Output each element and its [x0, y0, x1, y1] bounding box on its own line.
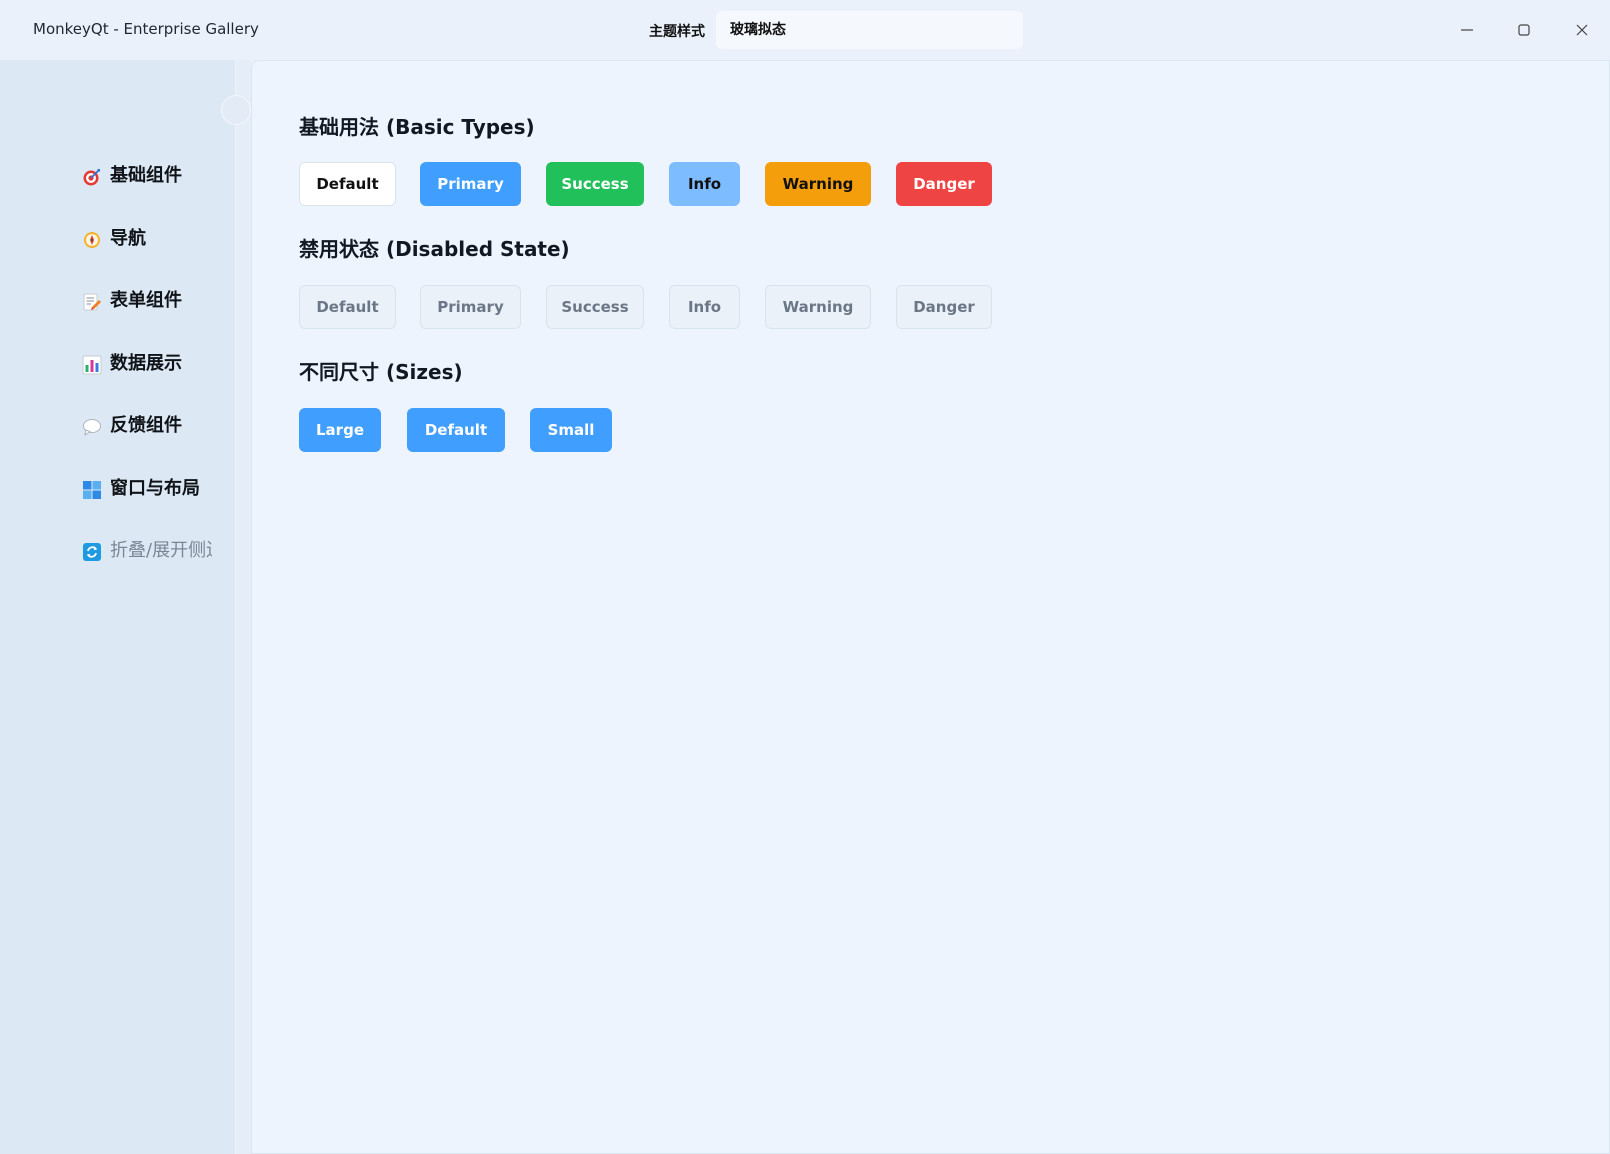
primary-button[interactable]: Primary: [420, 162, 521, 206]
theme-style-value: 玻璃拟态: [730, 22, 786, 38]
success-button-disabled: Success: [546, 285, 644, 329]
sidebar-item-navigation[interactable]: 导航: [82, 227, 212, 290]
default-button[interactable]: Default: [299, 162, 396, 206]
theme-style-label: 主题样式: [649, 24, 705, 40]
warning-button-disabled: Warning: [765, 285, 871, 329]
sidebar-nav: 基础组件 导航 表单组件 数据展示 反馈组件 窗口与布局 折叠/展开侧: [82, 164, 212, 602]
sidebar-item-basic-components[interactable]: 基础组件: [82, 164, 212, 227]
sidebar-toggle-collapse[interactable]: 折叠/展开侧边栏: [82, 539, 212, 602]
danger-button-disabled: Danger: [896, 285, 992, 329]
info-button[interactable]: Info: [669, 162, 740, 206]
section-title-sizes: 不同尺寸 (Sizes): [299, 360, 463, 384]
warning-button[interactable]: Warning: [765, 162, 871, 206]
default-button-disabled: Default: [299, 285, 396, 329]
large-button[interactable]: Large: [299, 408, 381, 452]
speech-bubble-icon: [83, 419, 101, 437]
theme-style-select[interactable]: 玻璃拟态: [716, 11, 1023, 49]
sidebar-item-label: 折叠/展开侧边栏: [110, 540, 212, 561]
sidebar-item-data-display[interactable]: 数据展示: [82, 352, 212, 415]
window-icon: [83, 480, 101, 499]
minimize-icon: [1461, 29, 1473, 31]
sidebar-item-label: 窗口与布局: [110, 477, 200, 499]
app-window: MonkeyQt - Enterprise Gallery 主题样式 玻璃拟态: [0, 0, 1610, 1154]
sidebar-item-feedback-components[interactable]: 反馈组件: [82, 414, 212, 477]
small-button[interactable]: Small: [530, 408, 612, 452]
refresh-icon: [83, 543, 101, 561]
compass-icon: [84, 231, 100, 248]
app-title: MonkeyQt - Enterprise Gallery: [33, 20, 259, 38]
default-size-button[interactable]: Default: [407, 408, 505, 452]
sidebar-item-form-components[interactable]: 表单组件: [82, 289, 212, 352]
bar-chart-icon: [82, 355, 102, 374]
maximize-icon: [1518, 24, 1530, 36]
sidebar-item-label: 基础组件: [110, 165, 182, 186]
sidebar-item-label: 导航: [110, 227, 146, 249]
sidebar-item-label: 反馈组件: [110, 415, 182, 436]
close-icon: [1576, 24, 1588, 36]
minimize-button[interactable]: [1450, 14, 1484, 46]
sidebar-collapse-handle[interactable]: [221, 95, 251, 125]
section-title-basic: 基础用法 (Basic Types): [299, 115, 535, 139]
info-button-disabled: Info: [669, 285, 740, 329]
maximize-button[interactable]: [1507, 14, 1541, 46]
close-button[interactable]: [1565, 14, 1599, 46]
danger-button[interactable]: Danger: [896, 162, 992, 206]
success-button[interactable]: Success: [546, 162, 644, 206]
title-bar: MonkeyQt - Enterprise Gallery 主题样式 玻璃拟态: [0, 0, 1610, 60]
section-title-disabled: 禁用状态 (Disabled State): [299, 237, 570, 261]
sidebar-item-window-layout[interactable]: 窗口与布局: [82, 477, 212, 540]
sidebar-splitter[interactable]: [235, 60, 251, 1154]
sidebar-item-label: 数据展示: [110, 352, 182, 374]
target-icon: [83, 169, 100, 186]
main-content: 基础用法 (Basic Types) Default Primary Succe…: [251, 60, 1610, 1154]
sidebar-item-label: 表单组件: [110, 290, 182, 311]
primary-button-disabled: Primary: [420, 285, 521, 329]
memo-icon: [83, 293, 101, 311]
